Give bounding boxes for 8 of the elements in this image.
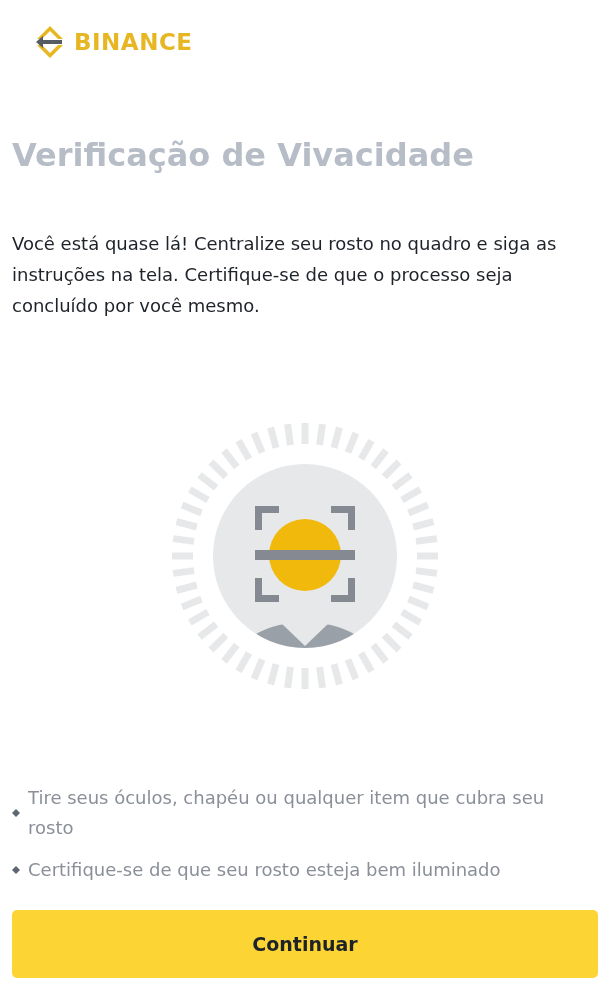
continue-button[interactable]: Continuar xyxy=(12,910,598,978)
bullet-icon xyxy=(12,866,20,875)
description-text: Você está quase lá! Centralize seu rosto no quadro e siga as instruções na tela. Certifique-se de que o processo seja concluído por você mesmo. xyxy=(12,232,558,319)
tip-text: Certifique-se de que seu rosto esteja bem iluminado xyxy=(28,858,502,883)
page-title: Verificação de Vivacidade xyxy=(12,136,475,175)
logo-text: BINANCE xyxy=(74,30,193,54)
tip-text: Tire seus óculos, chapéu ou qualquer item que cubra seu rosto xyxy=(28,786,546,841)
bullet-icon xyxy=(12,809,20,818)
